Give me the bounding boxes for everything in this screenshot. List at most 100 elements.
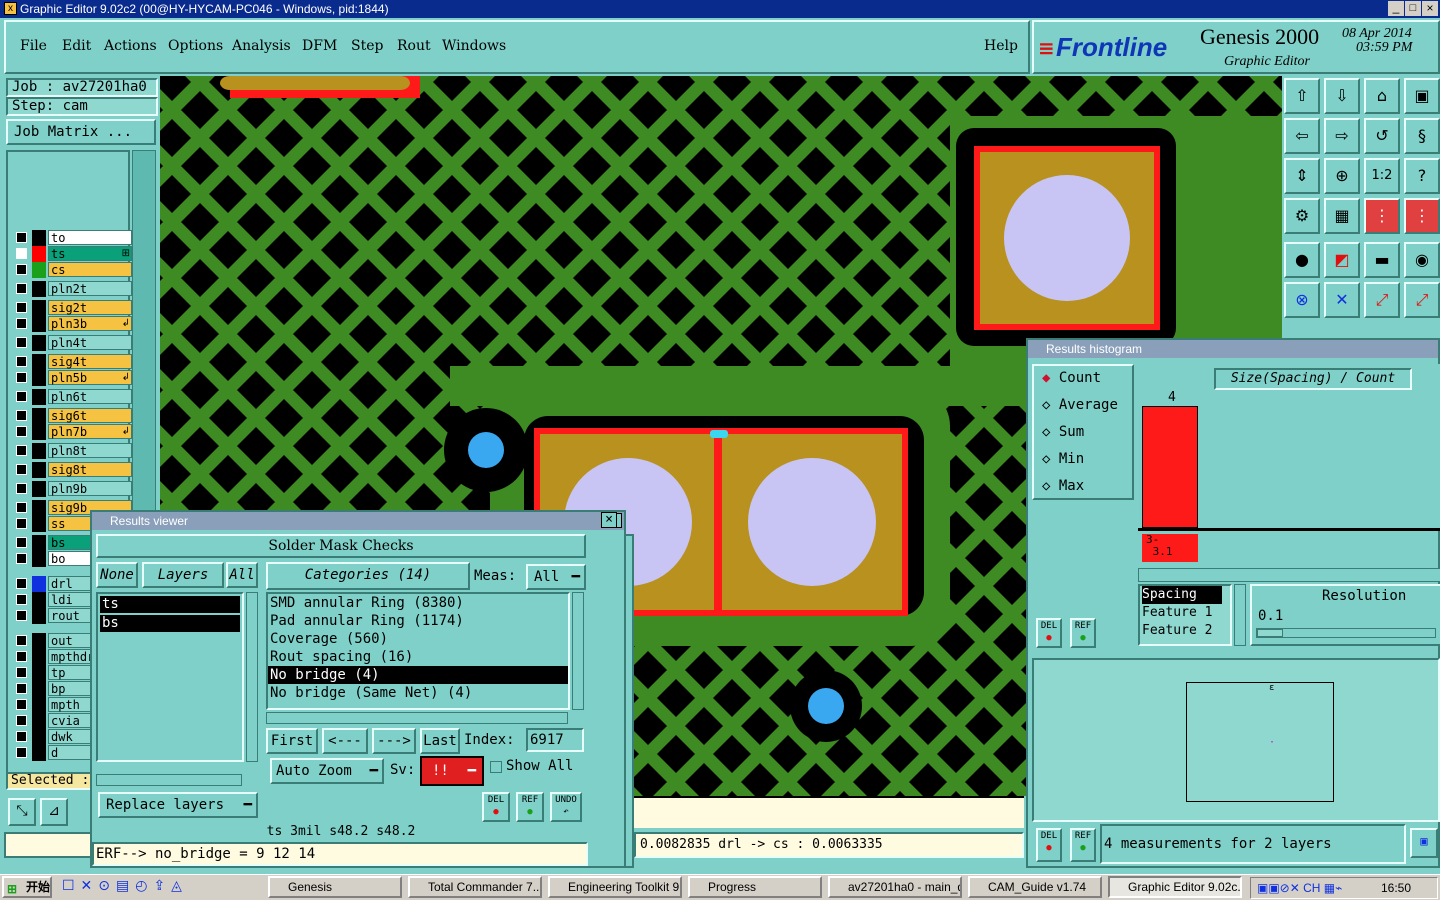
layer-checkbox[interactable] <box>16 464 27 475</box>
measure-icon[interactable]: ◩ <box>1324 242 1360 278</box>
home-icon[interactable]: ⌂ <box>1364 78 1400 114</box>
histogram-export-icon[interactable]: ▣ <box>1410 828 1438 858</box>
menu-edit[interactable]: Edit <box>62 38 91 54</box>
layer-name[interactable]: pln2t <box>48 281 132 296</box>
histogram-ref-button[interactable]: REF ● <box>1070 618 1096 648</box>
all-layers-button[interactable]: All <box>226 562 258 588</box>
layer-row-pln7b[interactable]: pln7b ↲ <box>14 424 132 440</box>
layer-checkbox[interactable] <box>16 410 27 421</box>
zoom-home-icon[interactable]: ⇧ <box>1284 78 1320 114</box>
layer-color-swatch[interactable] <box>32 408 46 424</box>
category-item[interactable]: Rout spacing (16) <box>268 648 568 666</box>
layer-name[interactable]: pln8t <box>48 443 132 458</box>
layer-checkbox[interactable] <box>16 483 27 494</box>
layer-checkbox[interactable] <box>16 683 27 694</box>
layer-color-swatch[interactable] <box>32 443 46 459</box>
layer-checkbox[interactable] <box>16 391 27 402</box>
layer-checkbox[interactable] <box>16 715 27 726</box>
layer-color-swatch[interactable] <box>32 230 46 246</box>
del-button[interactable]: DEL ● <box>482 792 510 822</box>
layer-list-hscroll[interactable] <box>96 774 242 786</box>
layer-row-pln3b[interactable]: pln3b ↲ <box>14 316 132 332</box>
show-all-checkbox[interactable] <box>490 761 502 773</box>
mode-average[interactable]: ◇ Average <box>1042 397 1118 413</box>
layer-row-sig4t[interactable]: sig4t <box>14 354 132 370</box>
layer-color-swatch[interactable] <box>32 713 46 729</box>
rotate-icon[interactable]: ↺ <box>1364 118 1400 154</box>
histogram-ref-button-2[interactable]: REF ● <box>1070 828 1096 862</box>
layer-row-pln5b[interactable]: pln5b ↲ <box>14 370 132 386</box>
layer-color-swatch[interactable] <box>32 462 46 478</box>
layer-color-swatch[interactable] <box>32 424 46 440</box>
layer-row-sig2t[interactable]: sig2t <box>14 300 132 316</box>
layer-color-swatch[interactable] <box>32 551 46 567</box>
layer-row-pln8t[interactable]: pln8t <box>14 443 132 459</box>
taskbar-item-graphic-editor[interactable]: Graphic Editor 9.02c... <box>1108 876 1242 898</box>
layer-row-pln9b[interactable]: pln9b <box>14 481 132 497</box>
layer-color-swatch[interactable] <box>32 649 46 665</box>
next-button[interactable]: ---> <box>372 728 416 754</box>
layer-checkbox[interactable] <box>16 264 27 275</box>
layer-checkbox[interactable] <box>16 731 27 742</box>
layer-name[interactable]: pln9b <box>48 481 132 496</box>
layer-row-pln2t[interactable]: pln2t <box>14 281 132 297</box>
histogram-field-list[interactable]: Spacing Feature 1 Feature 2 <box>1138 584 1232 646</box>
ref-button[interactable]: REF ● <box>516 792 544 822</box>
layer-name[interactable]: to <box>48 230 132 245</box>
category-item[interactable]: No bridge (Same Net) (4) <box>268 684 568 702</box>
result-layer-bs[interactable]: bs <box>100 615 240 632</box>
sv-indicator[interactable]: !! ━ <box>420 756 484 786</box>
node-icon[interactable]: ⊗ <box>1284 282 1320 318</box>
start-button[interactable]: ⊞ 开始 <box>2 876 52 898</box>
mode-sum[interactable]: ◇ Sum <box>1042 424 1084 440</box>
layer-color-swatch[interactable] <box>32 262 46 278</box>
layer-checkbox[interactable] <box>16 248 27 259</box>
cross-icon[interactable]: ✕ <box>1324 282 1360 318</box>
point-icon[interactable]: ◉ <box>1404 242 1440 278</box>
arc-icon[interactable]: ⤢ <box>1404 282 1440 318</box>
results-viewer-outer-close[interactable]: × <box>601 512 617 528</box>
meas-dropdown[interactable]: All ━ <box>526 564 586 590</box>
category-list[interactable]: SMD annular Ring (8380) Pad annular Ring … <box>266 592 570 710</box>
layer-checkbox[interactable] <box>16 699 27 710</box>
layer-checkbox[interactable] <box>16 553 27 564</box>
layer-color-swatch[interactable] <box>32 535 46 551</box>
zoom-fit-icon[interactable]: ⇕ <box>1284 158 1320 194</box>
replace-layers-dropdown[interactable]: Replace layers ━ <box>98 792 258 818</box>
taskbar-item-job[interactable]: av27201ha0 - main_qa <box>828 876 962 898</box>
net-highlight-icon[interactable]: ⋮ <box>1364 198 1400 234</box>
settings-icon[interactable]: ⚙ <box>1284 198 1320 234</box>
redraw-icon[interactable]: § <box>1404 118 1440 154</box>
layer-name[interactable]: ts <box>48 246 132 261</box>
net-select-icon[interactable]: ⋮ <box>1404 198 1440 234</box>
layer-name[interactable]: pln5b <box>48 370 132 385</box>
layer-row-cs[interactable]: cs <box>14 262 132 278</box>
taskbar-item-engineering-toolkit[interactable]: Engineering Toolkit 9... <box>548 876 682 898</box>
taskbar-item-total-commander[interactable]: Total Commander 7.... <box>408 876 542 898</box>
layer-color-swatch[interactable] <box>32 516 46 532</box>
layer-list-vscroll[interactable] <box>246 592 258 762</box>
layer-row-to[interactable]: to <box>14 230 132 246</box>
layer-color-swatch[interactable] <box>32 246 46 262</box>
layer-checkbox[interactable] <box>16 578 27 589</box>
last-button[interactable]: Last <box>420 728 460 754</box>
layer-color-swatch[interactable] <box>32 354 46 370</box>
menu-dfm[interactable]: DFM <box>302 38 337 54</box>
category-vscroll[interactable] <box>572 592 584 710</box>
layer-checkbox[interactable] <box>16 537 27 548</box>
category-item[interactable]: Coverage (560) <box>268 630 568 648</box>
window-icon[interactable]: ▣ <box>1404 78 1440 114</box>
layer-checkbox[interactable] <box>16 594 27 605</box>
layer-color-swatch[interactable] <box>32 633 46 649</box>
layer-color-swatch[interactable] <box>32 681 46 697</box>
taskbar-item-cam-guide[interactable]: CAM_Guide v1.74 <box>968 876 1102 898</box>
menu-help[interactable]: Help <box>984 38 1018 54</box>
histogram-del-button[interactable]: DEL ● <box>1036 618 1062 648</box>
histogram-del-button-2[interactable]: DEL ● <box>1036 828 1062 862</box>
layer-checkbox[interactable] <box>16 283 27 294</box>
layer-color-swatch[interactable] <box>32 576 46 592</box>
layer-color-swatch[interactable] <box>32 300 46 316</box>
layer-checkbox[interactable] <box>16 635 27 646</box>
mode-max[interactable]: ◇ Max <box>1042 478 1084 494</box>
pan-right-icon[interactable]: ⇨ <box>1324 118 1360 154</box>
